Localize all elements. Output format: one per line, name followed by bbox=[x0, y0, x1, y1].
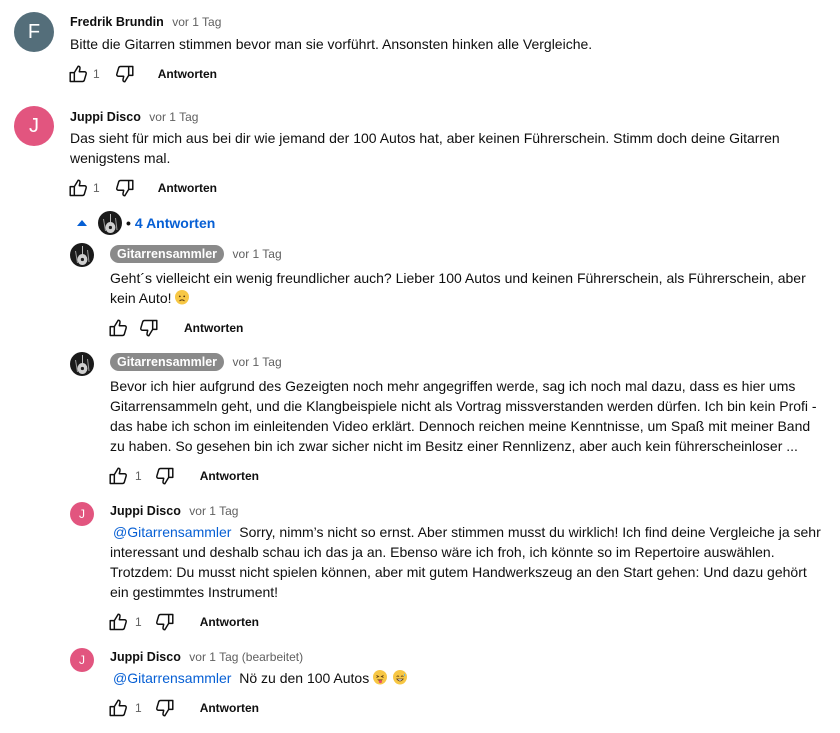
author-name[interactable]: Juppi Disco bbox=[70, 110, 141, 124]
author-name[interactable]: Fredrik Brundin bbox=[70, 15, 164, 29]
replies-count-label[interactable]: 4 Antworten bbox=[135, 215, 215, 231]
reply-actions: 1 Antworten bbox=[107, 611, 259, 633]
thumbs-down-icon bbox=[154, 611, 176, 633]
reply-text-body: Geht´s vielleicht ein wenig freundlicher… bbox=[110, 270, 806, 306]
thumbs-down-icon bbox=[114, 63, 136, 85]
comment-text: Bitte die Gitarren stimmen bevor man sie… bbox=[70, 36, 593, 52]
reply-button[interactable]: Antworten bbox=[158, 67, 217, 81]
replies-toggle[interactable]: • 4 Antworten bbox=[76, 211, 215, 235]
dislike-button[interactable] bbox=[114, 177, 136, 199]
grinning-face-with-sweat-icon bbox=[393, 670, 408, 685]
avatar[interactable]: J bbox=[70, 502, 94, 526]
comment-actions: 1 Antworten bbox=[67, 177, 217, 199]
reply-header: Gitarrensammler vor 1 Tag bbox=[110, 245, 282, 263]
thumbs-up-icon bbox=[107, 317, 129, 339]
creator-avatar bbox=[98, 211, 122, 235]
avatar[interactable]: J bbox=[70, 648, 94, 672]
timestamp[interactable]: vor 1 Tag bbox=[233, 355, 282, 369]
avatar-letter: J bbox=[29, 114, 39, 137]
like-count: 1 bbox=[135, 469, 142, 483]
caret-up-icon bbox=[77, 220, 87, 226]
reply-text: Bevor ich hier aufgrund des Gezeigten no… bbox=[110, 378, 817, 454]
thumbs-up-icon bbox=[107, 611, 129, 633]
reply-header: Juppi Disco vor 1 Tag (bearbeitet) bbox=[110, 648, 303, 666]
like-button[interactable] bbox=[107, 611, 129, 633]
reply-header: Gitarrensammler vor 1 Tag bbox=[110, 353, 282, 371]
like-count: 1 bbox=[93, 67, 100, 81]
reply-text: Geht´s vielleicht ein wenig freundlicher… bbox=[110, 268, 828, 308]
mention-link[interactable]: @Gitarrensammler bbox=[113, 670, 231, 686]
dislike-button[interactable] bbox=[138, 317, 160, 339]
reply-text: @Gitarrensammler Sorry, nimm’s nicht so … bbox=[110, 522, 828, 602]
timestamp[interactable]: vor 1 Tag (bearbeitet) bbox=[189, 650, 303, 664]
like-button[interactable] bbox=[107, 465, 129, 487]
reply-actions: 1 Antworten bbox=[107, 465, 259, 487]
reply-header: Juppi Disco vor 1 Tag bbox=[110, 502, 238, 520]
like-button[interactable] bbox=[67, 63, 89, 85]
reply-text: @Gitarrensammler Nö zu den 100 Autos bbox=[110, 668, 828, 688]
reply-button[interactable]: Antworten bbox=[200, 701, 259, 715]
timestamp[interactable]: vor 1 Tag bbox=[233, 247, 282, 261]
comment-text: Das sieht für mich aus bei dir wie jeman… bbox=[70, 130, 780, 166]
creator-badge-author[interactable]: Gitarrensammler bbox=[110, 353, 225, 371]
comment-header: Juppi Disco vor 1 Tag bbox=[70, 108, 198, 126]
reply-actions: Antworten bbox=[107, 317, 243, 339]
timestamp[interactable]: vor 1 Tag bbox=[172, 15, 221, 29]
timestamp[interactable]: vor 1 Tag bbox=[189, 504, 238, 518]
timestamp[interactable]: vor 1 Tag bbox=[149, 110, 198, 124]
author-name[interactable]: Juppi Disco bbox=[110, 650, 181, 664]
avatar-letter: J bbox=[79, 507, 85, 521]
squinting-face-with-tongue-icon bbox=[373, 670, 388, 685]
like-button[interactable] bbox=[67, 177, 89, 199]
slightly-frowning-face-icon bbox=[175, 290, 190, 305]
mention-link[interactable]: @Gitarrensammler bbox=[113, 524, 231, 540]
thumbs-up-icon bbox=[107, 465, 129, 487]
comment-header: Fredrik Brundin vor 1 Tag bbox=[70, 13, 221, 31]
thumbs-down-icon bbox=[138, 317, 160, 339]
thumbs-up-icon bbox=[67, 63, 89, 85]
like-button[interactable] bbox=[107, 697, 129, 719]
avatar[interactable] bbox=[70, 243, 94, 267]
like-count: 1 bbox=[135, 701, 142, 715]
reply-button[interactable]: Antworten bbox=[158, 181, 217, 195]
thumbs-down-icon bbox=[154, 697, 176, 719]
creator-badge-author[interactable]: Gitarrensammler bbox=[110, 245, 225, 263]
like-count: 1 bbox=[135, 615, 142, 629]
comment-actions: 1 Antworten bbox=[67, 63, 217, 85]
thumbs-down-icon bbox=[154, 465, 176, 487]
author-name[interactable]: Juppi Disco bbox=[110, 504, 181, 518]
avatar[interactable] bbox=[70, 352, 94, 376]
dislike-button[interactable] bbox=[114, 63, 136, 85]
avatar-letter: J bbox=[79, 653, 85, 667]
avatar[interactable]: J bbox=[14, 106, 54, 146]
reply-text-body: Nö zu den 100 Autos bbox=[239, 670, 370, 686]
avatar-letter: F bbox=[27, 20, 41, 43]
reply-button[interactable]: Antworten bbox=[200, 615, 259, 629]
dislike-button[interactable] bbox=[154, 697, 176, 719]
thumbs-down-icon bbox=[114, 177, 136, 199]
replies-separator: • bbox=[126, 215, 131, 231]
dislike-button[interactable] bbox=[154, 611, 176, 633]
dislike-button[interactable] bbox=[154, 465, 176, 487]
thumbs-up-icon bbox=[107, 697, 129, 719]
thumbs-up-icon bbox=[67, 177, 89, 199]
like-button[interactable] bbox=[107, 317, 129, 339]
reply-actions: 1 Antworten bbox=[107, 697, 259, 719]
like-count: 1 bbox=[93, 181, 100, 195]
reply-button[interactable]: Antworten bbox=[200, 469, 259, 483]
reply-button[interactable]: Antworten bbox=[184, 321, 243, 335]
avatar[interactable]: F bbox=[14, 12, 54, 52]
